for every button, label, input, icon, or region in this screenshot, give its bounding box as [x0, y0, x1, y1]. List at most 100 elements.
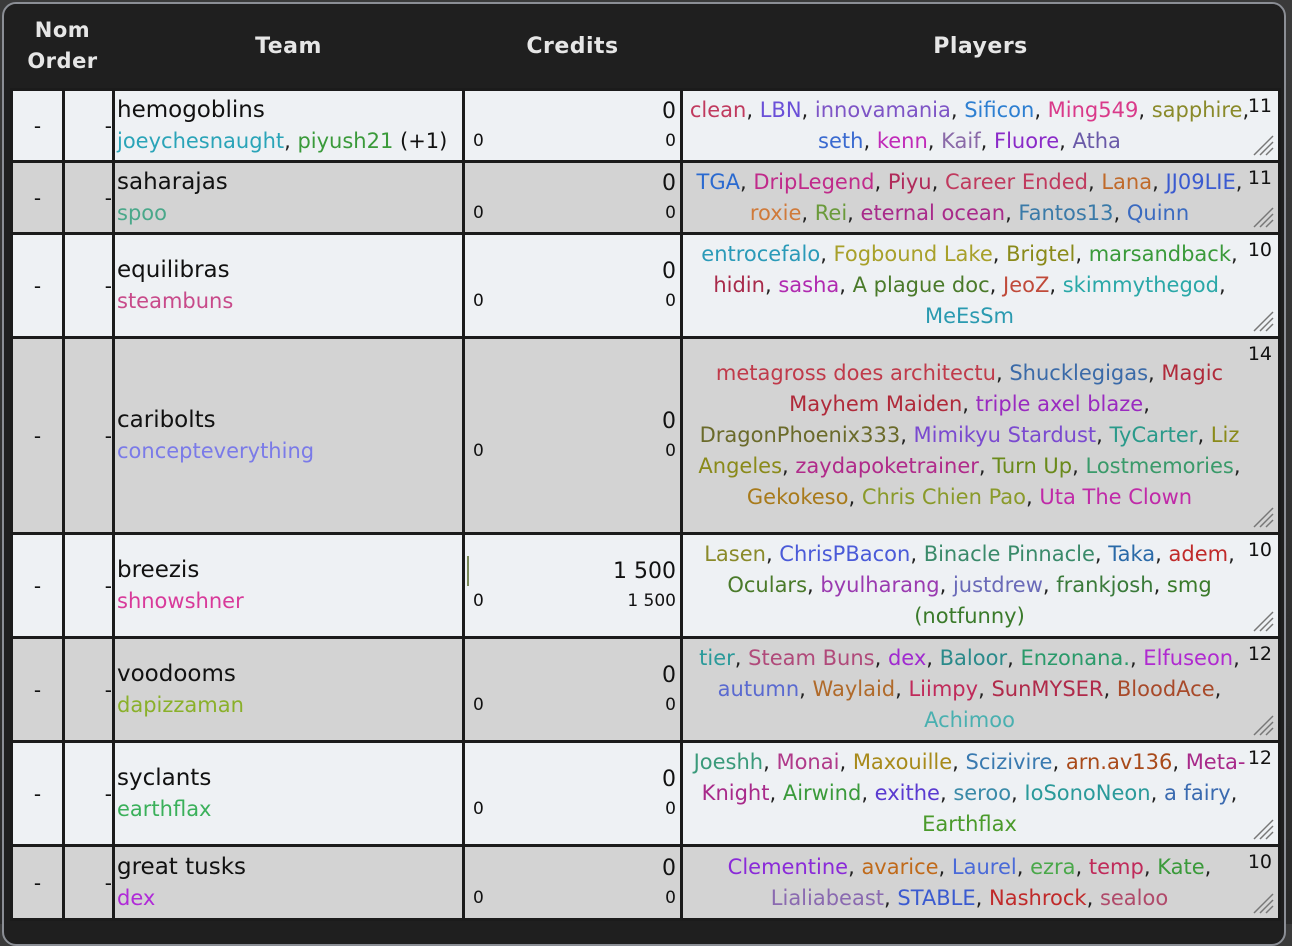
player-name[interactable]: Lana — [1101, 170, 1152, 194]
player-name[interactable]: Lostmemories — [1086, 454, 1234, 478]
player-name[interactable]: byulharang — [820, 573, 939, 597]
team-name[interactable]: saharajas — [115, 167, 462, 198]
team-name[interactable]: voodooms — [115, 659, 462, 690]
resize-grip-icon[interactable] — [1252, 310, 1274, 332]
player-name[interactable]: Lasen — [704, 542, 766, 566]
team-row[interactable]: - - saharajas spoo 0 00 TGA, DripLegend,… — [10, 160, 1281, 235]
player-name[interactable]: Waylaid — [813, 677, 896, 701]
player-name[interactable]: Rei — [815, 201, 847, 225]
team-cell[interactable]: saharajas spoo — [112, 160, 465, 235]
player-name[interactable]: Lialiabeast — [771, 886, 884, 910]
team-cell[interactable]: great tusks dex — [112, 844, 465, 921]
player-name[interactable]: Baloor — [940, 646, 1007, 670]
team-row[interactable]: - - equilibras steambuns 0 00 entrocefal… — [10, 232, 1281, 339]
player-name[interactable]: a fairy — [1164, 781, 1231, 805]
player-name[interactable]: Piyu — [888, 170, 932, 194]
coach-name[interactable]: shnowshner — [117, 589, 244, 613]
player-name[interactable]: skimmythegod — [1063, 273, 1219, 297]
player-name[interactable]: Turn Up — [992, 454, 1072, 478]
player-name[interactable]: Airwind — [783, 781, 861, 805]
coach-name[interactable]: dex — [117, 886, 155, 910]
team-row[interactable]: - - syclants earthflax 0 00 Joeshh, Mona… — [10, 740, 1281, 847]
player-name[interactable]: tier — [699, 646, 735, 670]
player-name[interactable]: seroo — [953, 781, 1011, 805]
player-name[interactable]: roxie — [750, 201, 802, 225]
player-name[interactable]: Earthflax — [922, 812, 1017, 836]
player-name[interactable]: Kate — [1157, 855, 1204, 879]
header-players[interactable]: Players — [681, 4, 1280, 90]
resize-grip-icon[interactable] — [1252, 818, 1274, 840]
player-name[interactable]: Fogbound Lake — [834, 242, 993, 266]
player-name[interactable]: Ming549 — [1048, 98, 1139, 122]
header-team[interactable]: Team — [113, 4, 464, 90]
team-name[interactable]: great tusks — [115, 852, 462, 883]
player-name[interactable]: MeEsSm — [925, 304, 1014, 328]
coach-extra-count[interactable]: (+1) — [393, 129, 447, 153]
resize-grip-icon[interactable] — [1252, 506, 1274, 528]
player-name[interactable]: Laurel — [952, 855, 1017, 879]
player-name[interactable]: BloodAce — [1117, 677, 1215, 701]
team-cell[interactable]: equilibras steambuns — [112, 232, 465, 339]
coach-name[interactable]: joeychesnaught — [117, 129, 284, 153]
team-row[interactable]: - - voodooms dapizzaman 0 00 tier, Steam… — [10, 636, 1281, 743]
player-name[interactable]: zaydapoketrainer — [795, 454, 978, 478]
player-name[interactable]: sealoo — [1100, 886, 1168, 910]
player-name[interactable]: adem — [1169, 542, 1229, 566]
player-name[interactable]: autumn — [718, 677, 800, 701]
player-name[interactable]: innovamania — [815, 98, 951, 122]
resize-grip-icon[interactable] — [1252, 206, 1274, 228]
player-name[interactable]: TyCarter — [1110, 423, 1198, 447]
player-name[interactable]: Shucklegigas — [1009, 361, 1148, 385]
resize-grip-icon[interactable] — [1252, 610, 1274, 632]
player-name[interactable]: Steam Buns — [748, 646, 874, 670]
player-name[interactable]: Elfuseon — [1143, 646, 1233, 670]
player-name[interactable]: STABLE — [897, 886, 975, 910]
team-cell[interactable]: voodooms dapizzaman — [112, 636, 465, 743]
player-name[interactable]: sapphire — [1152, 98, 1243, 122]
player-name[interactable]: JJ09LIE — [1165, 170, 1235, 194]
team-name[interactable]: equilibras — [115, 255, 462, 286]
player-name[interactable]: hidin — [713, 273, 765, 297]
header-nom-order[interactable]: Nom Order — [11, 4, 114, 90]
player-name[interactable]: A plague doc — [853, 273, 990, 297]
player-name[interactable]: metagross does architectu — [716, 361, 996, 385]
resize-grip-icon[interactable] — [1252, 134, 1274, 156]
team-name[interactable]: hemogoblins — [115, 95, 462, 126]
player-name[interactable]: marsandback — [1089, 242, 1231, 266]
player-name[interactable]: dex — [888, 646, 926, 670]
player-name[interactable]: exithe — [875, 781, 940, 805]
player-name[interactable]: TGA — [697, 170, 740, 194]
player-name[interactable]: justdrew — [953, 573, 1043, 597]
player-name[interactable]: arn.av136 — [1066, 750, 1173, 774]
team-row[interactable]: - - great tusks dex 0 00 Clementine, ava… — [10, 844, 1281, 921]
player-name[interactable]: Career Ended — [945, 170, 1088, 194]
player-name[interactable]: Sificon — [964, 98, 1034, 122]
player-name[interactable]: Brigtel — [1006, 242, 1075, 266]
player-name[interactable]: ChrisPBacon — [779, 542, 910, 566]
player-name[interactable]: Fluore — [994, 129, 1059, 153]
player-name[interactable]: Taka — [1108, 542, 1155, 566]
player-name[interactable]: triple axel blaze — [976, 392, 1144, 416]
player-name[interactable]: IoSonoNeon — [1024, 781, 1150, 805]
player-name[interactable]: JeoZ — [1003, 273, 1049, 297]
player-name[interactable]: Kaif — [941, 129, 981, 153]
player-name[interactable]: Mimikyu Stardust — [914, 423, 1097, 447]
header-credits[interactable]: Credits — [463, 4, 682, 90]
player-name[interactable]: DragonPhoenix333 — [700, 423, 901, 447]
player-name[interactable]: Binacle Pinnacle — [924, 542, 1095, 566]
player-name[interactable]: Clementine — [728, 855, 848, 879]
team-cell[interactable]: syclants earthflax — [112, 740, 465, 847]
player-name[interactable]: sasha — [778, 273, 839, 297]
player-name[interactable]: Nashrock — [989, 886, 1087, 910]
coach-name[interactable]: concepteverything — [117, 439, 314, 463]
player-name[interactable]: ezra — [1030, 855, 1075, 879]
coach-name[interactable]: dapizzaman — [117, 693, 244, 717]
player-name[interactable]: Quinn — [1127, 201, 1189, 225]
player-name[interactable]: kenn — [877, 129, 928, 153]
resize-grip-icon[interactable] — [1252, 892, 1274, 914]
player-name[interactable]: Uta The Clown — [1039, 485, 1192, 509]
player-name[interactable]: Chris Chien Pao — [862, 485, 1026, 509]
player-name[interactable]: seth — [818, 129, 863, 153]
player-name[interactable]: LBN — [760, 98, 802, 122]
coach-name[interactable]: piyush21 — [297, 129, 393, 153]
